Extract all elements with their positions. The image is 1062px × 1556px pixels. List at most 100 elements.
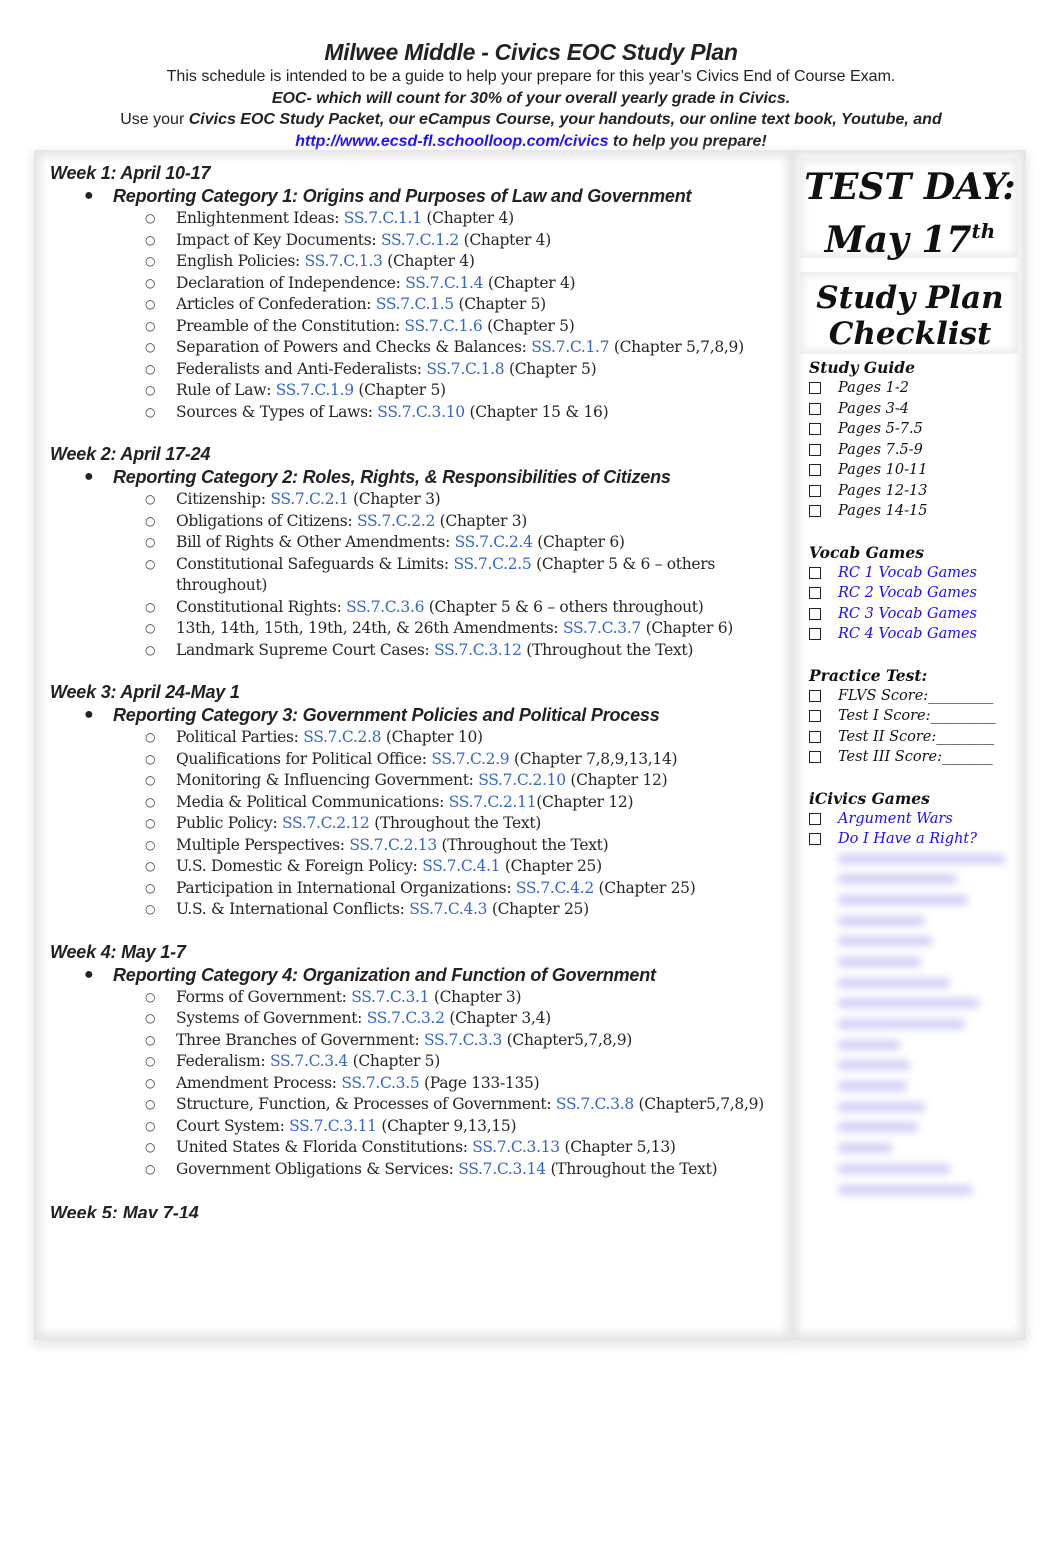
checklist-link[interactable]: Argument Wars [838,809,953,830]
checklist-link[interactable]: Do I Have a Right? [838,829,977,850]
checkbox[interactable] [809,607,821,620]
checklist-link[interactable]: RC 1 Vocab Games [838,563,977,584]
checklist-link[interactable]: RC 2 Vocab Games [838,583,977,604]
checkbox[interactable] [809,566,821,579]
benchmark-code-link[interactable]: SS.7.C.3.13 [472,1138,560,1156]
checklist-item: Do I Have a Right? [809,829,1019,850]
benchmark-code-link[interactable]: SS.7.C.4.3 [409,900,487,918]
checkbox[interactable] [809,628,821,641]
benchmark-code-link[interactable]: SS.7.C.2.11 [449,793,537,811]
benchmark-code-link[interactable]: SS.7.C.3.10 [377,403,465,421]
benchmark-item: ○ Public Policy: SS.7.C.2.12 (Throughout … [50,813,780,835]
benchmark-code-link[interactable]: SS.7.C.1.3 [305,252,383,270]
circle-bullet-icon: ○ [145,837,156,852]
checklist-label: Pages 12-13 [838,482,928,499]
checkbox[interactable] [809,833,821,846]
benchmark-code-link[interactable]: SS.7.C.2.8 [303,728,381,746]
benchmark-list: ○ Enlightenment Ideas: SS.7.C.1.1 (Chapte… [50,208,780,423]
intro-line: This schedule is intended to be a guide … [166,68,896,85]
checkbox[interactable] [809,484,821,497]
benchmark-code-link[interactable]: SS.7.C.3.8 [556,1095,634,1113]
benchmark-code-link[interactable]: SS.7.C.1.8 [426,360,504,378]
benchmark-topic: Obligations of Citizens: [176,511,358,530]
benchmark-code-link[interactable]: SS.7.C.1.7 [531,338,609,356]
checkbox[interactable] [809,423,821,436]
checklist-link[interactable]: RC 4 Vocab Games [838,624,977,645]
circle-bullet-icon: ○ [145,989,156,1004]
benchmark-code-link[interactable]: SS.7.C.3.1 [351,988,429,1006]
blurred-link [838,1081,907,1092]
checkbox[interactable] [809,382,821,395]
schoolloop-link[interactable]: http://www.ecsd-fl.schoolloop.com/civics [295,133,608,150]
benchmark-topic: Articles of Confederation: [176,295,376,313]
benchmark-code-link[interactable]: SS.7.C.3.5 [341,1074,419,1092]
benchmark-code-link[interactable]: SS.7.C.1.9 [276,381,354,399]
benchmark-code-link[interactable]: SS.7.C.3.7 [563,619,641,637]
benchmark-code-link[interactable]: SS.7.C.3.3 [424,1031,502,1049]
benchmark-topic: Separation of Powers and Checks & Balanc… [176,338,532,356]
benchmark-code-link[interactable]: SS.7.C.2.5 [453,555,531,573]
benchmark-item: ○ Amendment Process: SS.7.C.3.5 (Page 133… [50,1073,780,1095]
benchmark-code-link[interactable]: SS.7.C.1.5 [376,295,454,313]
benchmark-code-link[interactable]: SS.7.C.2.4 [455,533,533,551]
checkbox[interactable] [809,464,821,477]
checkbox[interactable] [809,587,821,600]
checkbox[interactable] [809,402,821,415]
benchmark-code-link[interactable]: SS.7.C.3.14 [458,1160,546,1178]
checkbox[interactable] [809,710,821,723]
circle-bullet-icon: ○ [145,340,156,354]
checkbox[interactable] [809,505,821,518]
resources-list: Civics EOC Study Packet, our eCampus Cou… [188,111,942,128]
circle-bullet-icon: ○ [145,361,156,376]
benchmark-code-link[interactable]: SS.7.C.3.2 [367,1009,445,1027]
week-section: Week 1: April 10-17 ● Reporting Category… [50,162,780,423]
checkbox[interactable] [809,812,821,825]
checkbox[interactable] [809,751,821,764]
benchmark-code-link[interactable]: SS.7.C.1.1 [344,209,422,227]
chapter-reference: (Chapter 25) [500,857,602,875]
benchmark-code-link[interactable]: SS.7.C.4.2 [516,879,594,897]
benchmark-code-link[interactable]: SS.7.C.1.6 [404,317,482,335]
benchmark-item: ○ Participation in International Organiza… [50,878,780,900]
circle-bullet-icon: ○ [145,599,156,614]
benchmark-code-link[interactable]: SS.7.C.3.12 [434,641,522,659]
blurred-link [838,1122,918,1133]
week-section: Week 2: April 17-24 ● Reporting Category… [50,443,780,661]
circle-bullet-icon: ○ [145,621,156,635]
benchmark-code-link[interactable]: SS.7.C.2.1 [270,490,348,508]
benchmark-item: ○ Constitutional Safeguards & Limits: SS.… [50,554,780,597]
benchmark-code-link[interactable]: SS.7.C.2.2 [357,512,435,530]
circle-bullet-icon: ○ [145,318,156,333]
benchmark-item: ○ Citizenship: SS.7.C.2.1 (Chapter 3) [50,489,780,511]
chapter-reference: (Throughout the Text) [545,1159,718,1178]
circle-bullet-icon: ○ [145,513,156,528]
circle-bullet-icon: ○ [145,1097,156,1111]
benchmark-code-link[interactable]: SS.7.C.1.4 [405,274,483,292]
document-header: Milwee Middle - Civics EOC Study Plan Th… [0,38,1062,152]
benchmark-item: ○ Declaration of Independence: SS.7.C.1.4… [50,273,780,295]
benchmark-topic: Federalism: [176,1052,270,1070]
benchmark-item: ○ Systems of Government: SS.7.C.3.2 (Chap… [50,1008,780,1030]
chapter-reference: (Chapter 4) [421,209,514,227]
benchmark-code-link[interactable]: SS.7.C.2.12 [282,814,370,832]
benchmark-code-link[interactable]: SS.7.C.3.4 [270,1052,348,1070]
benchmark-code-link[interactable]: SS.7.C.2.10 [478,771,566,789]
benchmark-code-link[interactable]: SS.7.C.1.2 [381,231,459,249]
benchmark-item: ○ Sources & Types of Laws: SS.7.C.3.10 (C… [50,402,780,424]
week-heading: Week 2: April 17-24 [50,444,211,464]
circle-bullet-icon: ○ [145,1075,156,1090]
circle-bullet-icon: ○ [145,1032,156,1047]
checkbox[interactable] [809,730,821,743]
checkbox[interactable] [809,689,821,702]
benchmark-code-link[interactable]: SS.7.C.2.9 [431,750,509,768]
checkbox[interactable] [809,443,821,456]
circle-bullet-icon: ○ [145,773,156,787]
chapter-reference: (Chapter 5,13) [559,1138,676,1156]
chapter-reference: (Chapter 4) [382,252,475,270]
test-day-banner: TEST DAY: May 17th [804,166,1016,261]
checklist-link[interactable]: RC 3 Vocab Games [838,604,977,625]
benchmark-code-link[interactable]: SS.7.C.3.6 [346,598,424,616]
benchmark-code-link[interactable]: SS.7.C.2.13 [349,836,437,854]
benchmark-code-link[interactable]: SS.7.C.3.11 [289,1117,377,1135]
benchmark-code-link[interactable]: SS.7.C.4.1 [422,857,500,875]
